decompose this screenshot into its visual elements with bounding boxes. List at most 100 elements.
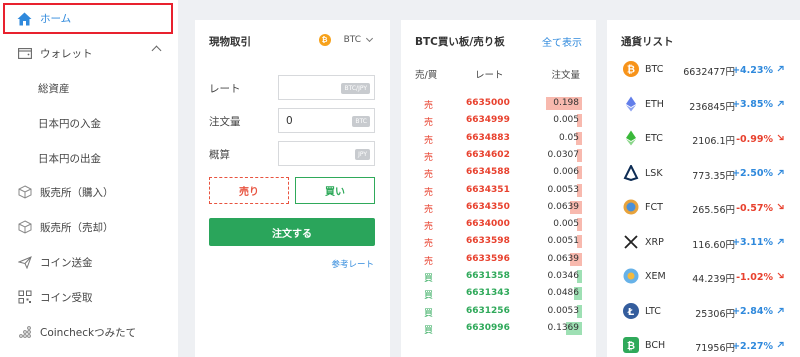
chevron-up-icon[interactable]: [151, 45, 162, 56]
side-cell: 売: [424, 239, 434, 250]
price-cell: 6634602: [466, 149, 510, 160]
table-row[interactable]: 売 6633596 0.0639: [401, 251, 596, 268]
side-cell: 売: [424, 222, 434, 233]
currency-change: +3.85%: [732, 99, 786, 111]
sell-toggle-button[interactable]: 売り: [209, 177, 289, 204]
sidebar-item-total-assets[interactable]: 総資産: [0, 71, 178, 105]
coin-selector[interactable]: ₿ BTC: [318, 34, 374, 46]
table-row[interactable]: 買 6631256 0.0053: [401, 303, 596, 320]
table-row[interactable]: 売 6634883 0.05: [401, 130, 596, 147]
side-cell: 買: [424, 274, 434, 284]
sidebar-item-label: コイン送金: [40, 256, 93, 269]
eth-icon: [623, 96, 639, 112]
currency-row-lsk[interactable]: LSK 773.35円 +2.50%: [607, 156, 800, 192]
table-row[interactable]: 売 6634602 0.0307: [401, 147, 596, 164]
amount-cell: 0.0307: [547, 149, 580, 160]
change-value: +3.11%: [732, 237, 773, 248]
sidebar-item-receive[interactable]: コイン受取: [0, 280, 178, 314]
currency-change: -0.57%: [736, 202, 786, 214]
arrow-up-right-icon: [773, 306, 786, 318]
table-row[interactable]: 売 6634588 0.006: [401, 164, 596, 181]
currency-symbol: FCT: [645, 202, 663, 213]
sidebar-item-label: ウォレット: [40, 47, 93, 60]
currency-price: 773.35円: [692, 170, 735, 182]
panel-title: BTC買い板/売り板: [415, 36, 505, 48]
table-row[interactable]: 買 6630996 0.1369: [401, 320, 596, 337]
currency-row-etc[interactable]: ETC 2106.1円 -0.99%: [607, 121, 800, 157]
amount-input[interactable]: 0 BTC: [278, 108, 375, 133]
btc-icon: ₿: [318, 34, 331, 46]
table-row[interactable]: 買 6631343 0.0486: [401, 285, 596, 302]
price-cell: 6634999: [466, 115, 510, 126]
currency-price: 25306円: [695, 308, 735, 320]
sidebar-item-wallet[interactable]: ウォレット: [0, 36, 178, 70]
lsk-icon: [623, 163, 639, 181]
sidebar-item-label: 日本円の入金: [38, 117, 101, 130]
table-row[interactable]: 売 6634000 0.005: [401, 216, 596, 233]
table-row[interactable]: 売 6634350 0.0639: [401, 199, 596, 216]
currency-row-btc[interactable]: ₿ BTC 6632477円 +4.23%: [607, 52, 800, 88]
currency-row-xem[interactable]: XEM 44.239円 -1.02%: [607, 259, 800, 295]
sidebar-item-home[interactable]: ホーム: [3, 3, 173, 34]
etc-icon: [623, 130, 639, 146]
currency-symbol: BTC: [645, 64, 664, 75]
rate-unit-badge: BTC/JPY: [341, 83, 370, 94]
table-row[interactable]: 売 6634351 0.0053: [401, 182, 596, 199]
currency-change: +3.11%: [732, 237, 786, 249]
currency-change: +4.23%: [732, 64, 786, 76]
currency-symbol: LSK: [645, 167, 663, 179]
table-row[interactable]: 売 6635000 0.198: [401, 95, 596, 112]
panel-title: 現物取引: [209, 36, 251, 48]
sidebar-item-tsumitate[interactable]: Coincheckつみたて: [0, 315, 178, 349]
estimate-label: 概算: [209, 149, 230, 161]
fct-icon: [623, 199, 639, 215]
svg-text:₿: ₿: [627, 64, 635, 76]
sidebar-item-sell[interactable]: 販売所（売却）: [0, 210, 178, 244]
currency-row-fct[interactable]: FCT 265.56円 -0.57%: [607, 190, 800, 226]
amount-cell: 0.005: [553, 219, 579, 230]
currency-list-panel: 通貨リスト ₿ BTC 6632477円 +4.23% ETH 236845円 +3.85%…: [607, 20, 800, 357]
place-order-button[interactable]: 注文する: [209, 218, 375, 246]
change-value: -0.57%: [736, 202, 773, 214]
table-row[interactable]: 買 6631358 0.0346: [401, 268, 596, 285]
currency-symbol: ETH: [645, 98, 664, 110]
currency-change: +2.50%: [732, 168, 786, 180]
sidebar-item-send[interactable]: コイン送金: [0, 245, 178, 279]
dots-icon: [17, 325, 32, 340]
sidebar-item-buy[interactable]: 販売所（購入）: [0, 175, 178, 209]
side-cell: 売: [424, 256, 434, 267]
qr-icon: [17, 290, 32, 305]
col-header-side: 売/買: [415, 70, 438, 81]
currency-row-eth[interactable]: ETH 236845円 +3.85%: [607, 87, 800, 123]
sidebar-item-label: ホーム: [40, 13, 72, 25]
sidebar-item-jpy-withdraw[interactable]: 日本円の出金: [0, 141, 178, 175]
currency-row-ltc[interactable]: Ł LTC 25306円 +2.84%: [607, 294, 800, 330]
side-cell: 売: [424, 118, 434, 129]
amount-cell: 0.0486: [547, 288, 580, 299]
currency-row-bch[interactable]: ₿ BCH 71956円 +2.27%: [607, 328, 800, 357]
side-cell: 買: [424, 308, 434, 319]
estimate-input[interactable]: JPY: [278, 141, 375, 166]
price-cell: 6635000: [466, 98, 510, 108]
amount-cell: 0.0346: [547, 271, 580, 281]
ltc-icon: Ł: [623, 302, 639, 319]
arrow-down-right-icon: [773, 133, 786, 145]
buy-toggle-button[interactable]: 買い: [295, 177, 375, 204]
side-cell: 売: [424, 101, 434, 111]
price-cell: 6634350: [466, 201, 510, 212]
table-row[interactable]: 売 6633598 0.0051: [401, 233, 596, 250]
rate-input[interactable]: BTC/JPY: [278, 75, 375, 100]
sidebar-item-jpy-deposit[interactable]: 日本円の入金: [0, 106, 178, 140]
currency-price: 116.60円: [692, 239, 735, 251]
currency-row-xrp[interactable]: XRP 116.60円 +3.11%: [607, 225, 800, 261]
show-all-link[interactable]: 全て表示: [542, 34, 582, 49]
currency-price: 6632477円: [683, 67, 735, 78]
table-row[interactable]: 売 6634999 0.005: [401, 112, 596, 129]
change-value: -1.02%: [736, 271, 773, 283]
change-value: -0.99%: [736, 133, 773, 145]
arrow-up-right-icon: [773, 237, 786, 249]
cube-icon: [17, 185, 32, 200]
currency-price: 2106.1円: [692, 136, 735, 147]
bch-icon: ₿: [623, 337, 639, 353]
reference-rate-link[interactable]: 参考レート: [331, 258, 374, 270]
